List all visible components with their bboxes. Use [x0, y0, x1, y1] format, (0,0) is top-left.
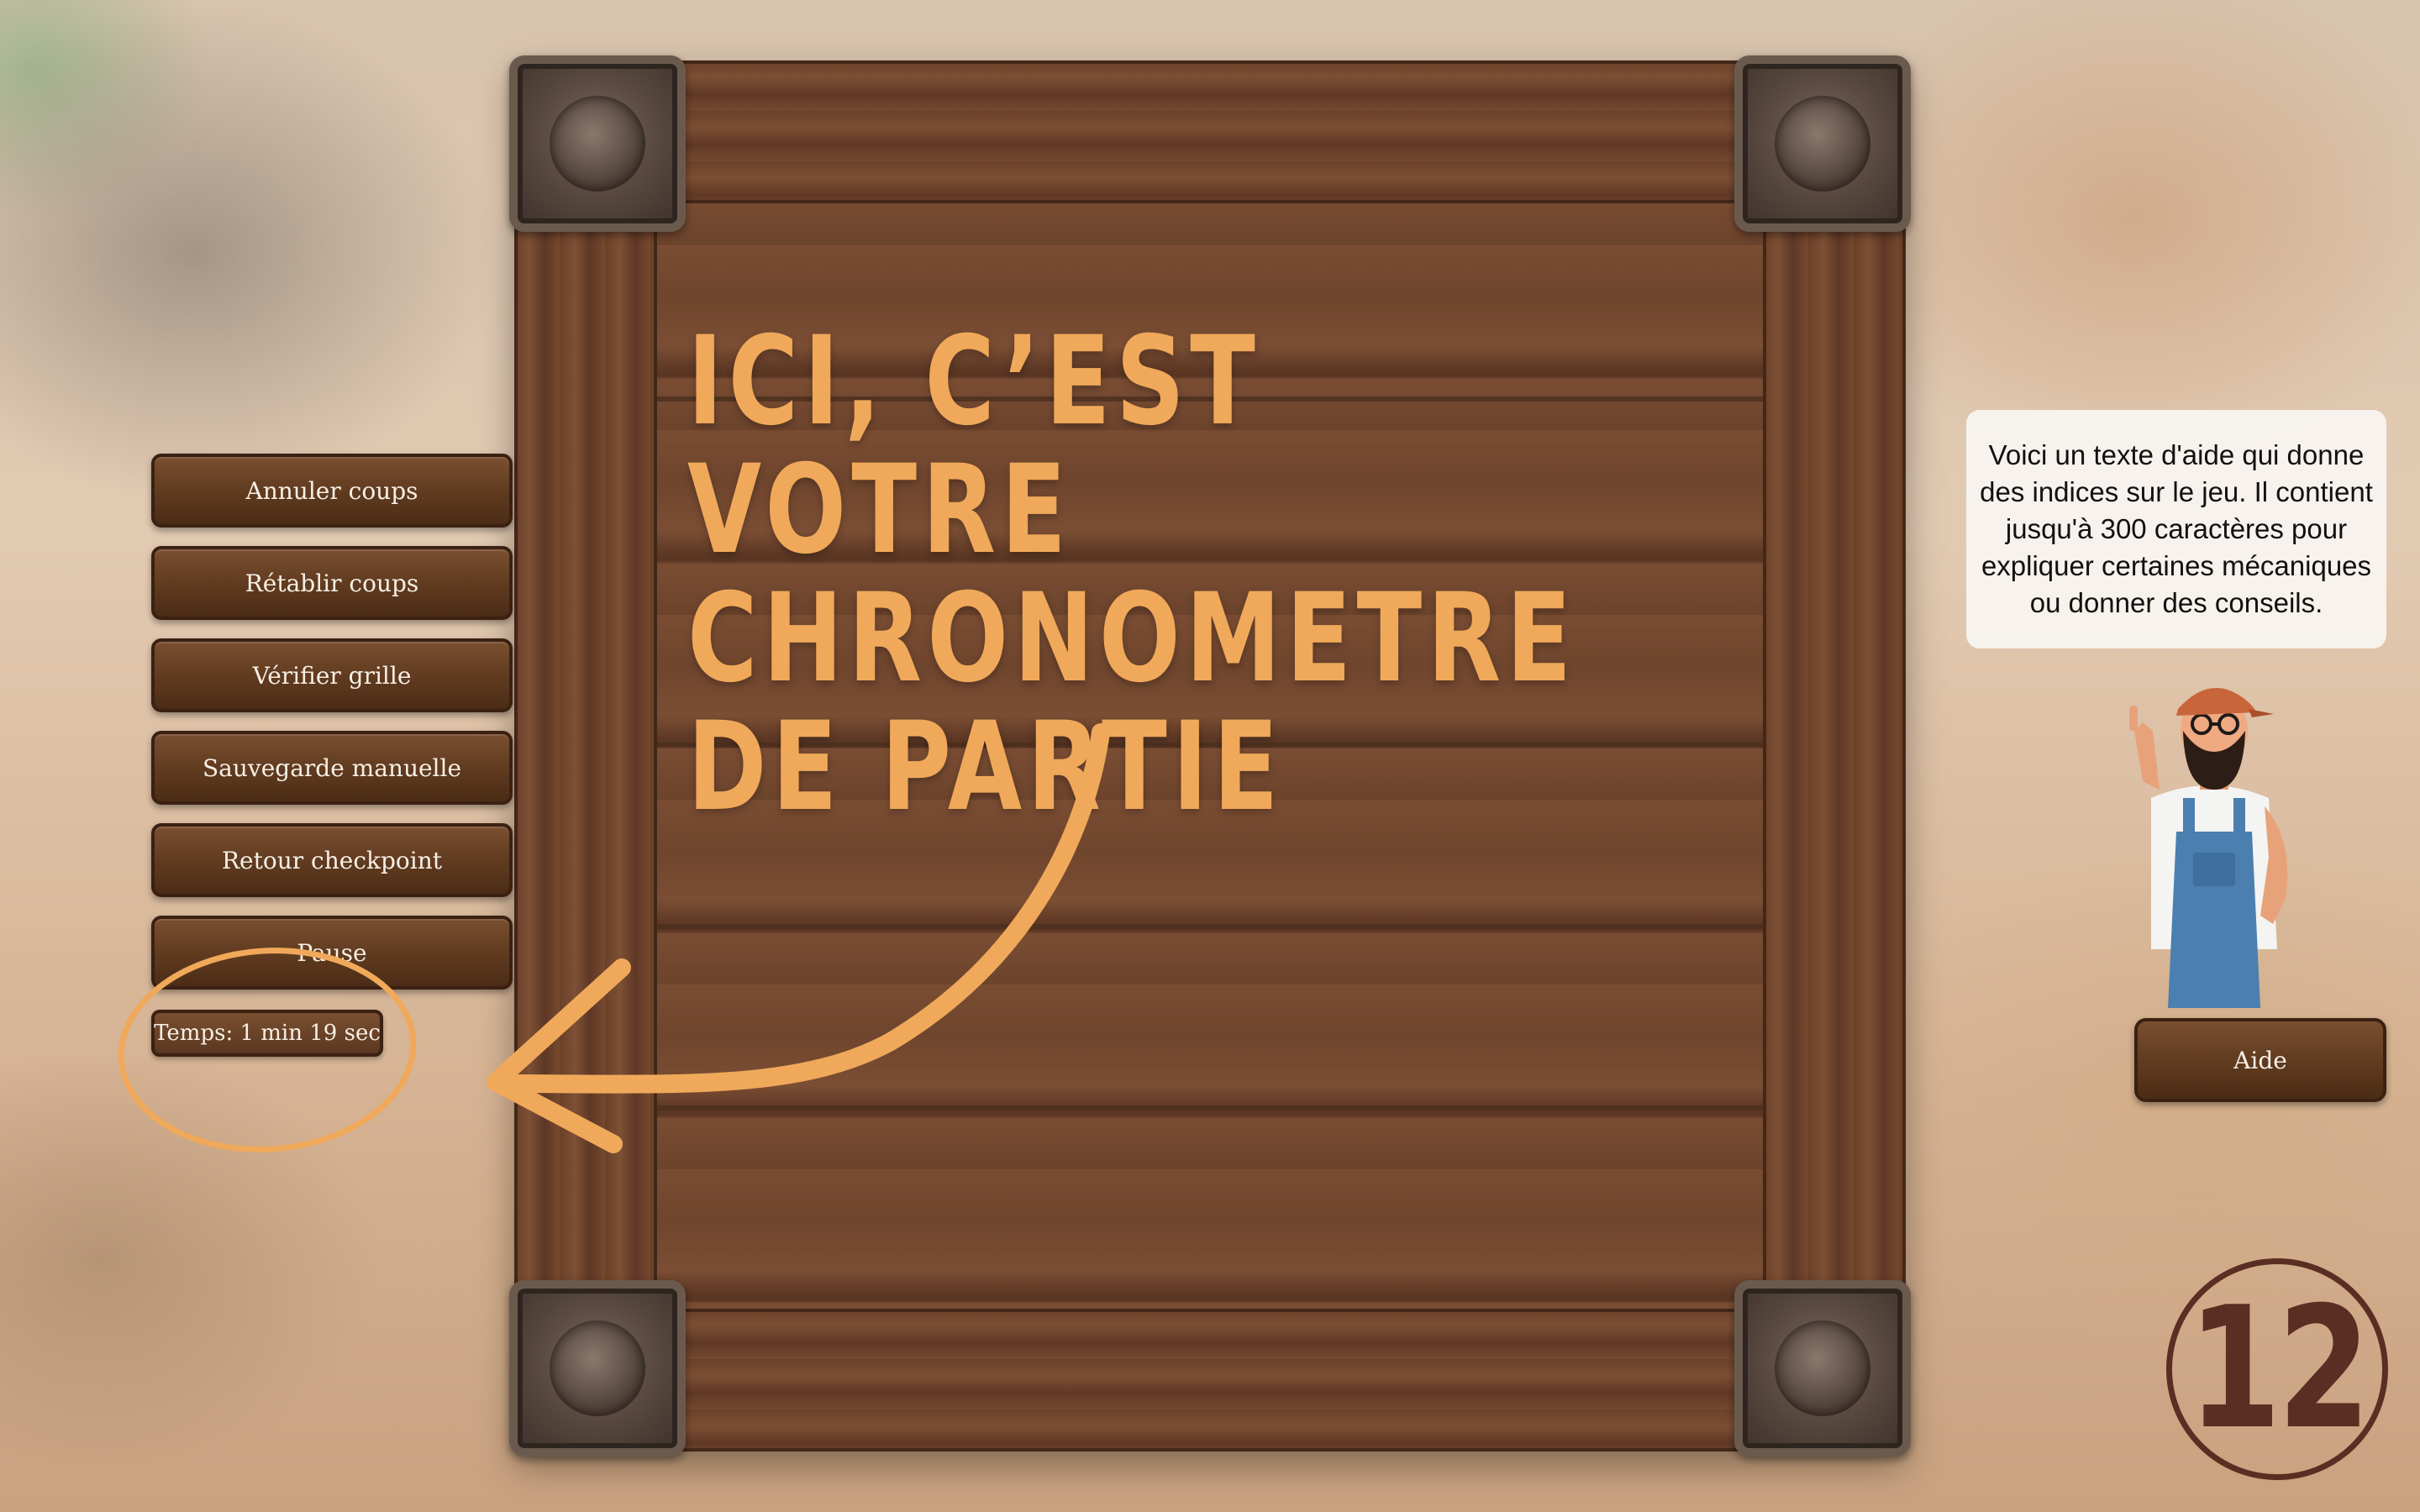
- help-button[interactable]: Aide: [2134, 1018, 2386, 1102]
- redo-move-button[interactable]: Rétablir coups: [151, 546, 513, 620]
- check-grid-button[interactable]: Vérifier grille: [151, 638, 513, 712]
- step-number: 12: [2187, 1271, 2370, 1467]
- helper-character-icon: [2129, 687, 2288, 1008]
- game-timer: Temps: 1 min 19 sec: [151, 1010, 383, 1057]
- manual-save-button[interactable]: Sauvegarde manuelle: [151, 731, 513, 805]
- board-plank-line: [657, 924, 1763, 929]
- step-number-badge: 12: [2166, 1258, 2388, 1480]
- undo-move-button[interactable]: Annuler coups: [151, 454, 513, 528]
- help-text: Voici un texte d'aide qui donne des indi…: [1980, 439, 2373, 618]
- help-text-box: Voici un texte d'aide qui donne des indi…: [1966, 410, 2386, 648]
- tutorial-overlay-title: ICI, C’EST VOTRE CHRONOMETRE DE PARTIE: [687, 310, 1577, 838]
- pause-button[interactable]: Pause: [151, 916, 513, 990]
- board-left-post: [514, 60, 657, 1452]
- board-top-rail: [514, 60, 1906, 203]
- board-right-post: [1763, 60, 1906, 1452]
- stone-ornament-icon: [1734, 1280, 1911, 1457]
- board-bottom-rail: [514, 1309, 1906, 1452]
- board-plank-line: [657, 1105, 1763, 1110]
- stone-ornament-icon: [509, 55, 686, 232]
- return-checkpoint-button[interactable]: Retour checkpoint: [151, 823, 513, 897]
- stone-ornament-icon: [1734, 55, 1911, 232]
- stone-ornament-icon: [509, 1280, 686, 1457]
